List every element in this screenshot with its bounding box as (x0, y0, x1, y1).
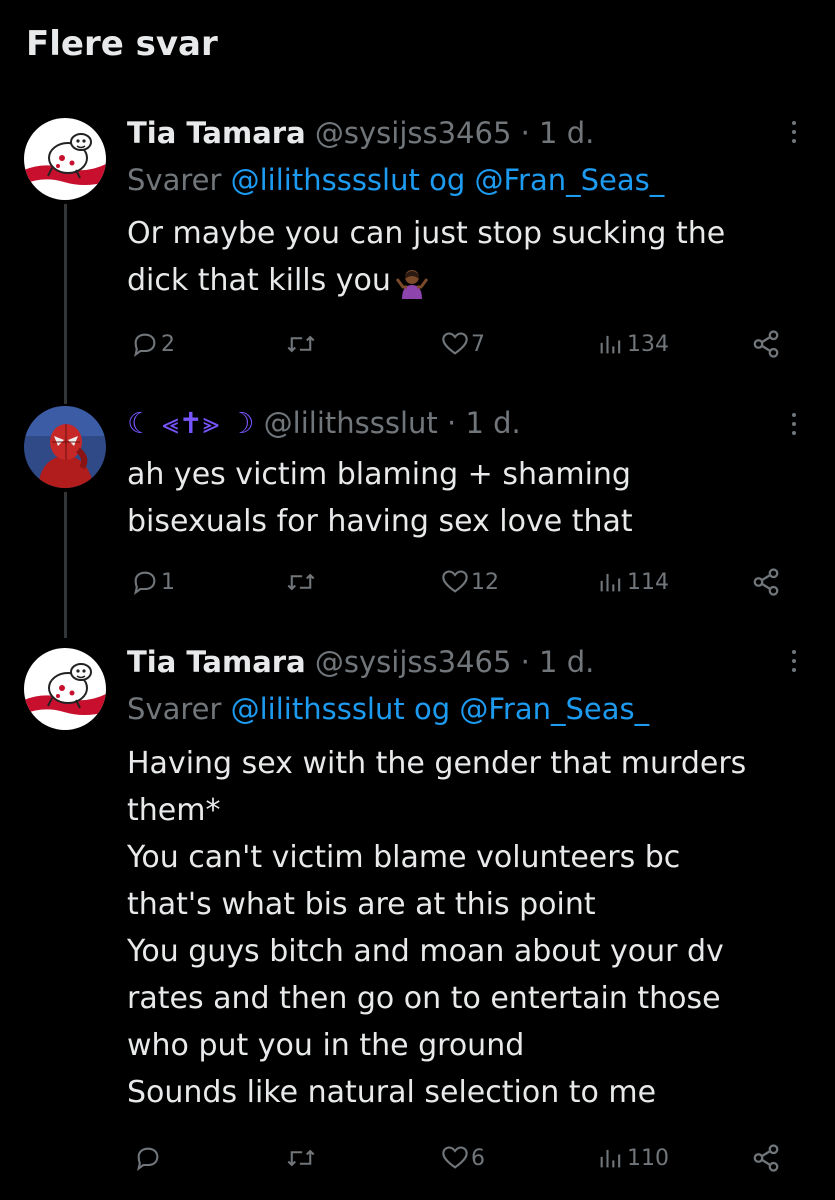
mention-link[interactable]: @lilithssslut (231, 692, 405, 726)
post-header: ☾ ⪡✝⪢ ☽ @lilithssslut · 1 d. (127, 406, 521, 441)
share-icon (753, 1144, 779, 1172)
views-chart-icon (600, 335, 621, 354)
more-options-icon[interactable] (780, 404, 808, 444)
like-button[interactable]: 12 (441, 562, 499, 602)
post-text-line: Having sex with the gender that murders (127, 746, 747, 781)
view-count: 110 (627, 1145, 669, 1171)
post-text-line: You can't victim blame volunteers bc (127, 840, 681, 875)
post-text: ah yes victim blaming + shaming bisexual… (127, 451, 797, 545)
like-count: 6 (471, 1145, 485, 1171)
post-text-line: them* (127, 793, 221, 828)
views-chart-icon (600, 1149, 621, 1168)
post-text: Or maybe you can just stop sucking the d… (127, 210, 797, 304)
retweet-button[interactable] (286, 324, 318, 364)
like-button[interactable]: 7 (441, 324, 485, 364)
reply-prefix: Svarer (127, 163, 222, 197)
reply-icon (134, 571, 156, 596)
post-header: Tia Tamara @sysijss3465 · 1 d. (127, 116, 594, 150)
post-text-line: bisexuals for having sex love that (127, 504, 633, 539)
mention-link[interactable]: @lilithsssslut (231, 163, 420, 197)
heart-icon (442, 1146, 468, 1169)
post-text: Having sex with the gender that murders … (127, 740, 797, 1116)
reply-icon (137, 1147, 159, 1172)
reply-button[interactable]: 2 (131, 324, 175, 364)
more-options-icon[interactable] (780, 641, 808, 681)
display-name[interactable]: ☾ ⪡✝⪢ ☽ (127, 406, 264, 440)
post-text-line: dick that kills you (127, 257, 797, 304)
view-count: 114 (627, 569, 669, 595)
like-button[interactable]: 6 (441, 1138, 485, 1178)
reply-button[interactable]: 1 (131, 562, 175, 602)
handle[interactable]: @sysijss3465 (315, 116, 512, 150)
retweet-icon (287, 1149, 315, 1167)
action-bar: 2 7 134 (0, 324, 835, 364)
retweet-icon (287, 573, 315, 591)
reply-button[interactable] (134, 1138, 164, 1178)
post-header: Tia Tamara @sysijss3465 · 1 d. (127, 645, 594, 679)
thread-line (64, 204, 67, 404)
post-text-line: who put you in the ground (127, 1028, 525, 1063)
reply-count: 1 (161, 569, 175, 595)
heart-icon (442, 570, 468, 593)
handle[interactable]: @sysijss3465 (315, 645, 512, 679)
display-name[interactable]: Tia Tamara (127, 645, 306, 679)
handle[interactable]: @lilithssslut (264, 406, 438, 440)
reply-icon (134, 333, 156, 358)
section-title: Flere svar (26, 24, 218, 64)
post-text-line: that's what bis are at this point (127, 887, 596, 922)
post-text-line: Or maybe you can just stop sucking the (127, 216, 726, 251)
post-text-line: You guys bitch and moan about your dv (127, 934, 724, 969)
retweet-button[interactable] (286, 562, 318, 602)
reply-context: Svarer @lilithsssslut og @Fran_Seas_ (127, 163, 664, 197)
share-button[interactable] (751, 324, 781, 364)
avatar[interactable] (24, 406, 106, 488)
views-button[interactable]: 114 (597, 562, 669, 602)
views-button[interactable]: 134 (597, 324, 669, 364)
like-count: 7 (471, 331, 485, 357)
reply-context: Svarer @lilithssslut og @Fran_Seas_ (127, 692, 649, 726)
reply-prefix: Svarer (127, 692, 222, 726)
action-bar: 6 110 (0, 1138, 835, 1178)
avatar[interactable] (24, 118, 106, 200)
retweet-button[interactable] (286, 1138, 318, 1178)
share-icon (753, 330, 779, 358)
timestamp[interactable]: · 1 d. (447, 406, 521, 440)
avatar[interactable] (24, 648, 106, 730)
views-button[interactable]: 110 (597, 1138, 669, 1178)
share-icon (753, 568, 779, 596)
action-bar: 1 12 114 (0, 562, 835, 602)
post-text-line: ah yes victim blaming + shaming (127, 457, 631, 492)
reply-conjunction: og (429, 163, 466, 197)
mention-link[interactable]: @Fran_Seas_ (474, 163, 664, 197)
share-button[interactable] (751, 1138, 781, 1178)
woman-shrugging-emoji (395, 269, 429, 299)
timestamp[interactable]: · 1 d. (521, 116, 595, 150)
reply-count: 2 (161, 331, 175, 357)
mention-link[interactable]: @Fran_Seas_ (459, 692, 649, 726)
share-button[interactable] (751, 562, 781, 602)
retweet-icon (287, 335, 315, 353)
post-text-line: Sounds like natural selection to me (127, 1075, 657, 1110)
reply-conjunction: og (413, 692, 451, 726)
views-chart-icon (600, 573, 621, 592)
like-count: 12 (471, 569, 499, 595)
heart-icon (442, 332, 468, 355)
view-count: 134 (627, 331, 669, 357)
post-text-line: rates and then go on to entertain those (127, 981, 721, 1016)
timestamp[interactable]: · 1 d. (521, 645, 595, 679)
display-name[interactable]: Tia Tamara (127, 116, 306, 150)
more-options-icon[interactable] (780, 112, 808, 152)
